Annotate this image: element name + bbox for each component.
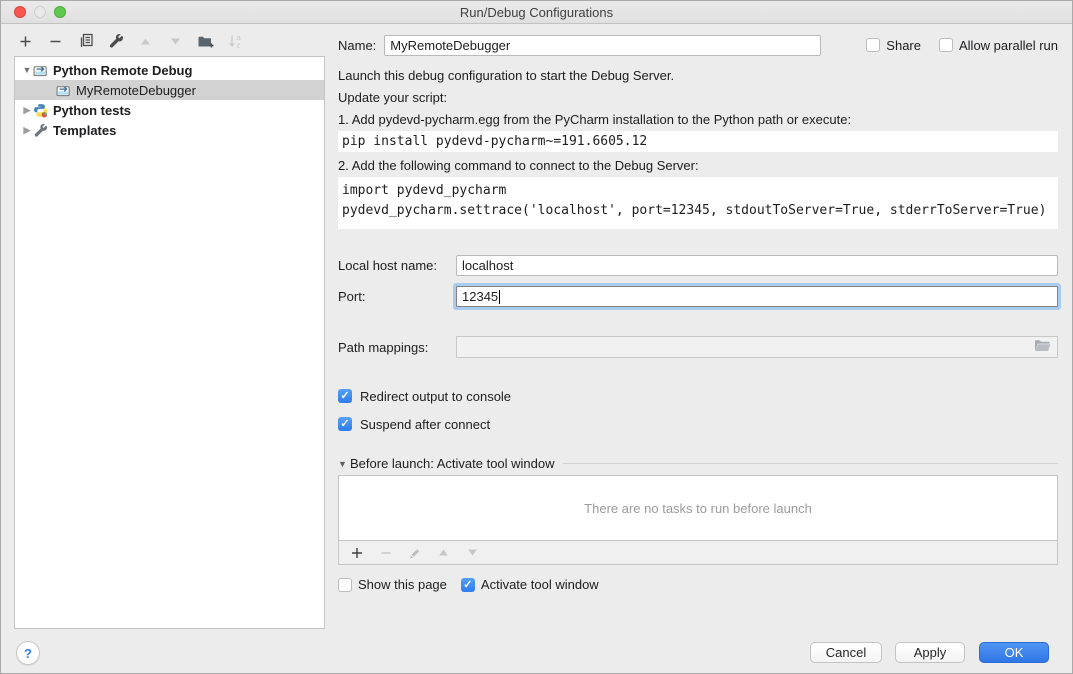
- text-caret: [499, 290, 500, 304]
- close-window-button[interactable]: [14, 6, 26, 18]
- local-host-row: Local host name:: [338, 255, 1058, 276]
- redirect-output-option: Redirect output to console: [338, 388, 1058, 404]
- tasks-toolbar: [339, 540, 1057, 564]
- run-debug-configurations-dialog: Run/Debug Configurations az ▼: [0, 0, 1073, 674]
- configurations-tree: ▼ Python Remote Debug MyRemoteDebugger ▶: [14, 56, 325, 629]
- before-launch-collapse-icon[interactable]: ▼: [338, 459, 350, 469]
- add-configuration-icon[interactable]: [17, 33, 34, 50]
- port-input[interactable]: 12345: [456, 286, 1058, 307]
- create-folder-icon[interactable]: [197, 33, 214, 50]
- share-checkbox-group: Share: [866, 38, 921, 53]
- allow-parallel-run-checkbox[interactable]: [939, 38, 953, 52]
- show-this-page-group: Show this page: [338, 577, 447, 592]
- minimize-window-button: [34, 6, 46, 18]
- tree-item-label: MyRemoteDebugger: [76, 83, 196, 98]
- tree-item-label: Python Remote Debug: [53, 63, 192, 78]
- suspend-after-connect-label[interactable]: Suspend after connect: [360, 417, 490, 432]
- activate-tool-window-checkbox[interactable]: [461, 578, 475, 592]
- section-divider: [563, 463, 1058, 464]
- before-launch-title: Before launch: Activate tool window: [350, 456, 555, 471]
- wrench-icon: [33, 123, 48, 138]
- local-host-label: Local host name:: [338, 258, 456, 273]
- tree-item-label: Templates: [53, 123, 116, 138]
- traffic-lights: [14, 6, 66, 18]
- window-title: Run/Debug Configurations: [460, 5, 613, 20]
- remote-debug-icon: [33, 63, 48, 78]
- tree-item-templates[interactable]: ▶ Templates: [15, 120, 324, 140]
- path-mappings-label: Path mappings:: [338, 340, 456, 355]
- before-launch-header: ▼ Before launch: Activate tool window: [338, 456, 1058, 471]
- tree-item-myremotedebugger-selected[interactable]: MyRemoteDebugger: [15, 80, 324, 100]
- add-task-icon[interactable]: [348, 544, 365, 561]
- python-tests-icon: [33, 103, 48, 118]
- expand-collapse-icon[interactable]: ▼: [21, 65, 33, 75]
- expand-collapse-icon[interactable]: ▶: [21, 125, 33, 136]
- port-value: 12345: [462, 289, 498, 304]
- settrace-code-line2: pydevd_pycharm.settrace('localhost', por…: [342, 203, 1046, 218]
- path-mappings-input[interactable]: [456, 336, 1058, 358]
- page-options-row: Show this page Activate tool window: [338, 577, 1058, 592]
- settrace-code-line1: import pydevd_pycharm: [342, 183, 506, 198]
- ok-button[interactable]: OK: [979, 642, 1049, 663]
- edit-templates-wrench-icon[interactable]: [107, 33, 124, 50]
- svg-text:z: z: [236, 41, 240, 50]
- show-this-page-checkbox[interactable]: [338, 578, 352, 592]
- pip-install-code: pip install pydevd-pycharm~=191.6605.12: [338, 131, 1058, 152]
- remove-task-icon: [377, 544, 394, 561]
- port-label: Port:: [338, 289, 456, 304]
- instruction-step2: 2. Add the following command to connect …: [338, 158, 1058, 174]
- sort-configurations-icon: az: [227, 33, 244, 50]
- remote-debug-icon: [56, 83, 71, 98]
- tree-item-label: Python tests: [53, 103, 131, 118]
- cancel-button[interactable]: Cancel: [810, 642, 882, 663]
- remove-configuration-icon[interactable]: [47, 33, 64, 50]
- suspend-after-connect-checkbox[interactable]: [338, 417, 352, 431]
- zoom-window-button[interactable]: [54, 6, 66, 18]
- instruction-intro: Launch this debug configuration to start…: [338, 68, 1058, 84]
- allow-parallel-run-label[interactable]: Allow parallel run: [959, 38, 1058, 53]
- copy-configuration-icon[interactable]: [77, 33, 94, 50]
- configurations-toolbar: az: [17, 31, 244, 51]
- allow-parallel-run-checkbox-group: Allow parallel run: [939, 38, 1058, 53]
- path-mappings-row: Path mappings:: [338, 336, 1058, 358]
- apply-button[interactable]: Apply: [895, 642, 965, 663]
- redirect-output-checkbox[interactable]: [338, 389, 352, 403]
- name-label: Name:: [338, 38, 376, 53]
- before-launch-tasks-panel: There are no tasks to run before launch: [338, 475, 1058, 565]
- move-task-down-icon: [464, 544, 481, 561]
- instruction-update: Update your script:: [338, 90, 1058, 106]
- instruction-step1: 1. Add pydevd-pycharm.egg from the PyCha…: [338, 112, 1058, 128]
- browse-folder-icon[interactable]: [1034, 339, 1051, 355]
- activate-tool-window-group: Activate tool window: [461, 577, 599, 592]
- share-label[interactable]: Share: [886, 38, 921, 53]
- port-row: Port: 12345: [338, 286, 1058, 307]
- move-down-icon: [167, 33, 184, 50]
- move-task-up-icon: [435, 544, 452, 561]
- suspend-after-connect-option: Suspend after connect: [338, 416, 1058, 432]
- expand-collapse-icon[interactable]: ▶: [21, 105, 33, 116]
- activate-tool-window-label[interactable]: Activate tool window: [481, 577, 599, 592]
- local-host-input[interactable]: [456, 255, 1058, 276]
- redirect-output-label[interactable]: Redirect output to console: [360, 389, 511, 404]
- settrace-code-block: import pydevd_pycharm pydevd_pycharm.set…: [338, 177, 1058, 229]
- share-checkbox[interactable]: [866, 38, 880, 52]
- configuration-editor: Name: Share Allow parallel run Launch th…: [338, 23, 1058, 592]
- move-up-icon: [137, 33, 154, 50]
- titlebar: Run/Debug Configurations: [1, 1, 1072, 24]
- tree-item-python-tests[interactable]: ▶ Python tests: [15, 100, 324, 120]
- tree-item-python-remote-debug[interactable]: ▼ Python Remote Debug: [15, 60, 324, 80]
- show-this-page-label[interactable]: Show this page: [358, 577, 447, 592]
- name-row: Name: Share Allow parallel run: [338, 34, 1058, 56]
- help-button[interactable]: ?: [16, 641, 40, 665]
- name-input[interactable]: [384, 35, 821, 56]
- tasks-empty-message: There are no tasks to run before launch: [339, 476, 1057, 540]
- edit-task-pencil-icon: [406, 544, 423, 561]
